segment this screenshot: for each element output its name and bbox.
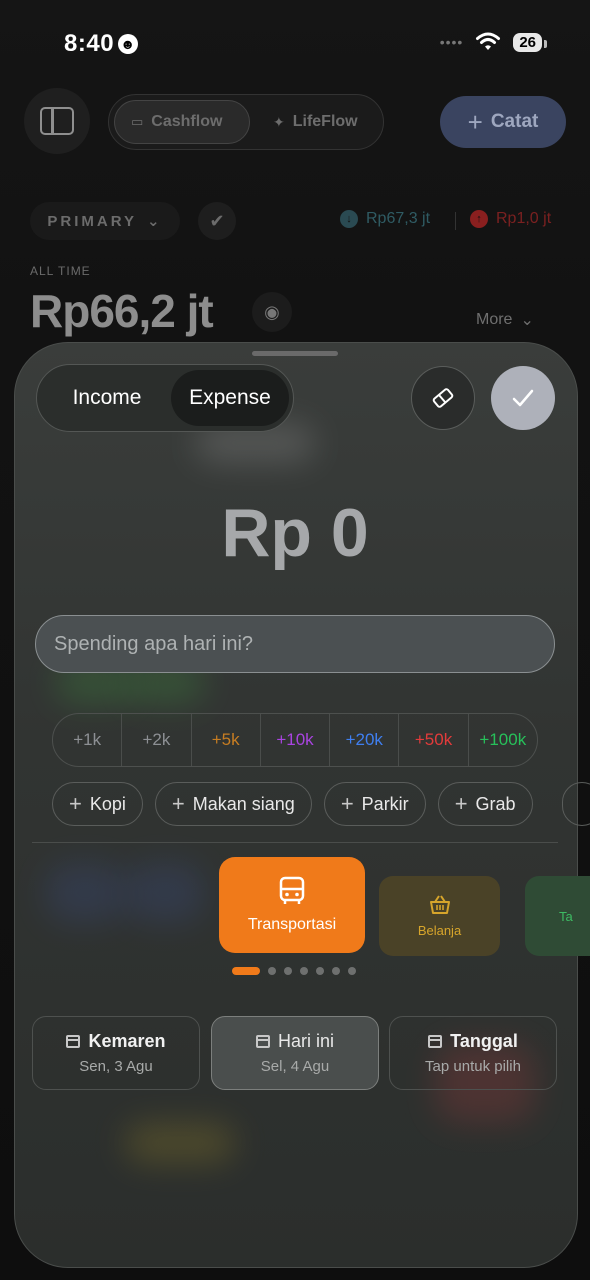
chip-parkir[interactable]: + Parkir [323,782,426,826]
status-indicators: •••• 26 [439,32,547,52]
category-transportasi[interactable]: Transportasi [219,857,365,953]
category-belanja[interactable]: Belanja [379,876,500,956]
quick-amount-1k[interactable]: +1k [53,714,123,766]
summary-divider [455,212,456,230]
blur-blob [125,863,205,923]
arrow-down-icon: ↓ [340,210,358,228]
date-kemaren[interactable]: Kemaren Sen, 3 Agu [32,1016,200,1090]
section-divider [32,842,558,843]
battery-indicator: 26 [513,32,547,52]
eye-icon[interactable]: ◉ [252,292,292,332]
quick-amount-5k[interactable]: +5k [192,714,261,766]
chip-makan-siang[interactable]: + Makan siang [154,782,312,826]
pager-dot[interactable] [348,967,356,975]
basket-icon [429,894,450,914]
income-option[interactable]: Income [43,370,171,426]
amount-display: Rp 0 [221,495,369,571]
pager-dot[interactable] [284,967,292,975]
pager-dot[interactable] [332,967,340,975]
tab-lifeflow[interactable]: ✦ LifeFlow [257,100,374,144]
plus-icon: + [69,791,82,816]
sidebar-icon [40,107,74,135]
chevron-down-icon: ⌄ [520,312,534,329]
suggestion-chips: + Kopi + Makan siang + Parkir + Grab [52,782,533,826]
arrow-up-icon: ↑ [470,210,488,228]
wallet-icon: ▭ [131,114,144,129]
verified-badge-icon[interactable]: ✔ [198,202,236,240]
plus-icon: + [467,106,483,137]
signal-dots-icon: •••• [439,34,464,50]
pager-dot[interactable] [300,967,308,975]
chip-grab[interactable]: + Grab [437,782,533,826]
quick-amount-10k[interactable]: +10k [261,714,331,766]
balance-amount: Rp66,2 jt [30,285,214,337]
chip-kopi[interactable]: + Kopi [52,782,143,826]
quick-amount-100k[interactable]: +100k [469,714,537,766]
date-tanggal[interactable]: Tanggal Tap untuk pilih [389,1016,557,1090]
sheet-grabber[interactable] [252,351,338,356]
checkmark-icon [512,389,534,407]
blur-blob [125,1123,235,1163]
tab-cashflow[interactable]: ▭ Cashflow [114,100,250,144]
status-time: 8:40 ☻ [64,30,139,58]
calendar-icon [66,1035,81,1048]
pager-dot[interactable] [232,967,260,975]
sparkle-icon: ✦ [273,113,285,130]
category-next[interactable]: Ta [525,876,590,956]
calendar-icon [428,1035,443,1048]
account-selector[interactable]: PRIMARY ⌄ [30,202,180,240]
pager-dot[interactable] [268,967,276,975]
plus-icon: + [340,791,354,816]
chevron-down-icon: ⌄ [147,213,163,230]
note-input[interactable] [35,615,555,673]
bus-icon [279,876,305,904]
quick-amount-50k[interactable]: +50k [399,714,469,766]
transaction-type-switch: Income Expense [36,364,294,432]
wifi-icon [476,32,501,50]
income-summary: ↓ Rp67,3 jt [340,210,430,228]
plus-icon: + [454,791,468,816]
date-hari-ini[interactable]: Hari ini Sel, 4 Agu [211,1016,379,1090]
quick-amount-row: +1k +2k +5k +10k +20k +50k +100k [52,713,538,767]
quick-amount-2k[interactable]: +2k [122,714,192,766]
smiley-icon: ☻ [118,34,139,54]
chip-overflow[interactable] [562,782,590,826]
quick-amount-20k[interactable]: +20k [330,714,400,766]
plus-icon: + [171,791,185,816]
pager-dot[interactable] [316,967,324,975]
sidebar-toggle-button[interactable] [24,88,90,154]
save-button[interactable] [491,366,555,430]
clear-button[interactable] [411,366,475,430]
eraser-icon [432,388,454,408]
more-button[interactable]: More ⌄ [476,310,534,330]
category-pager [232,967,356,975]
blur-blob [45,863,125,923]
flow-switcher: ▭ Cashflow ✦ LifeFlow [108,94,384,150]
expense-summary: ↑ Rp1,0 jt [470,210,551,228]
expense-option[interactable]: Expense [171,370,289,426]
catat-button[interactable]: + Catat [440,96,566,148]
calendar-icon [255,1035,270,1048]
period-label: ALL TIME [30,264,91,278]
